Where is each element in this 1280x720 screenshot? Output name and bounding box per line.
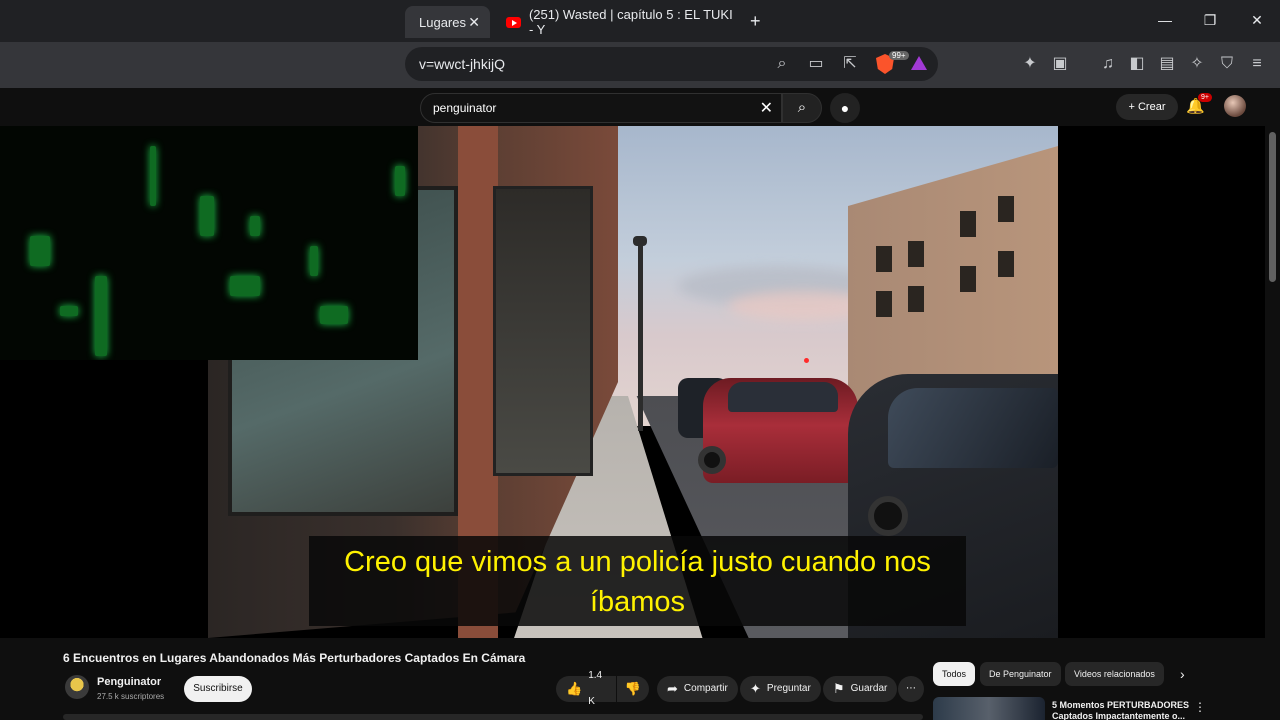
microphone-icon[interactable]: ●	[830, 93, 860, 123]
zoom-icon[interactable]: ⌕	[772, 54, 792, 74]
like-button[interactable]: 👍 1.4 K	[556, 670, 616, 707]
scrollbar-thumb[interactable]	[1269, 132, 1276, 282]
webcam-overlay	[0, 126, 418, 360]
overlay-glow	[95, 276, 107, 356]
account-avatar[interactable]	[1224, 95, 1246, 117]
tab-title: Lugares	[419, 14, 466, 30]
overlay-glow	[30, 236, 50, 266]
overlay-glow	[250, 216, 260, 236]
chevron-right-icon[interactable]: ›	[1180, 666, 1185, 682]
shop-door	[493, 186, 593, 476]
overlay-glow	[150, 146, 156, 206]
traffic-light	[804, 358, 809, 363]
more-actions-button[interactable]: ⋯	[898, 676, 924, 702]
overlay-glow	[230, 276, 260, 296]
page-scrollbar[interactable]	[1265, 126, 1280, 720]
building-window	[908, 286, 924, 312]
channel-name[interactable]: Penguinator	[97, 676, 161, 688]
share-icon[interactable]: ⇱	[840, 54, 860, 74]
building-window	[998, 196, 1014, 222]
search-input[interactable]: penguinator ✕	[420, 93, 782, 123]
youtube-masthead: penguinator ✕ ⌕ ● + Crear 🔔 9+	[0, 88, 1280, 126]
maximize-button[interactable]: ❐	[1200, 12, 1220, 29]
tab-search-icon[interactable]: ▣	[1050, 54, 1070, 74]
new-tab-button[interactable]: +	[750, 11, 761, 32]
car-wheel	[868, 496, 908, 536]
subscribe-button[interactable]: Suscribirse	[184, 676, 252, 702]
share-arrow-icon: ➦	[667, 681, 678, 696]
minimize-button[interactable]: —	[1155, 12, 1175, 28]
notification-count-badge: 9+	[1198, 93, 1212, 102]
chip-de-penguinator[interactable]: De Penguinator	[980, 662, 1061, 686]
subscriber-count: 27.5 k suscriptores	[97, 692, 165, 701]
tab-title: (251) Wasted | capítulo 5 : EL TUKI - Y	[528, 7, 733, 37]
related-video-thumbnail[interactable]	[933, 697, 1045, 720]
chip-videos-relacionados[interactable]: Videos relacionados	[1065, 662, 1164, 686]
chip-todos[interactable]: Todos	[933, 662, 976, 686]
related-video-menu-icon[interactable]: ⋮	[1194, 700, 1206, 714]
channel-avatar[interactable]	[65, 675, 89, 699]
like-count: 1.4 K	[588, 670, 603, 707]
building-window	[960, 266, 976, 292]
overlay-glow	[200, 196, 214, 236]
car-windshield	[728, 382, 838, 412]
subtitle-box: Creo que vimos a un policía justo cuando…	[309, 536, 966, 626]
overlay-glow	[395, 166, 405, 196]
thumbs-down-icon: 👎	[624, 681, 642, 696]
car-window	[888, 388, 1058, 468]
share-button[interactable]: ➦ Compartir	[657, 676, 738, 702]
create-button[interactable]: + Crear	[1116, 94, 1178, 120]
browser-tab-bar: Lugares ✕ (251) Wasted | capítulo 5 : EL…	[0, 0, 1280, 42]
url-text: v=wwct-jhkijQ	[419, 56, 505, 72]
cast-icon[interactable]: ▭	[806, 54, 826, 74]
wallet-icon[interactable]: ▤	[1157, 54, 1177, 74]
description-box[interactable]	[63, 714, 923, 720]
ask-button[interactable]: ✦ Preguntar	[740, 676, 821, 702]
youtube-favicon-icon	[506, 16, 521, 28]
bookmark-icon: ⚑	[833, 681, 845, 696]
save-button[interactable]: ⚑ Guardar	[823, 676, 898, 702]
overlay-glow	[320, 306, 348, 324]
thumbs-up-icon: 👍	[566, 681, 583, 696]
video-info: 6 Encuentros en Lugares Abandonados Más …	[0, 638, 1265, 720]
clear-search-icon[interactable]: ✕	[760, 98, 773, 118]
tab-lugares[interactable]: Lugares ✕	[405, 6, 490, 38]
building-window	[908, 241, 924, 267]
street-lamp-pole	[638, 241, 643, 431]
related-video-title[interactable]: 5 Momentos PERTURBADORES Captados Impact…	[1052, 700, 1192, 720]
overlay-glow	[60, 306, 78, 316]
share-label: Compartir	[683, 683, 728, 694]
tab-wasted[interactable]: (251) Wasted | capítulo 5 : EL TUKI - Y	[500, 6, 738, 38]
building-window	[876, 291, 892, 317]
save-label: Guardar	[850, 683, 888, 694]
brave-badge: 99+	[889, 51, 909, 60]
search-button[interactable]: ⌕	[782, 93, 822, 123]
dislike-button[interactable]: 👎	[617, 676, 649, 702]
building-window	[960, 211, 976, 237]
sidebar-icon[interactable]: ◧	[1127, 54, 1147, 74]
brave-rewards-icon[interactable]	[911, 56, 927, 70]
subtitle-text: Creo que vimos a un policía justo cuando…	[344, 546, 931, 618]
video-title: 6 Encuentros en Lugares Abandonados Más …	[63, 651, 526, 665]
building-window	[998, 251, 1014, 277]
vpn-shield-icon[interactable]: ⛉	[1217, 54, 1237, 74]
ask-label: Preguntar	[766, 683, 811, 694]
car-wheel	[698, 446, 726, 474]
menu-icon[interactable]: ≡	[1247, 54, 1267, 74]
video-player[interactable]: Creo que vimos a un policía justo cuando…	[0, 126, 1265, 638]
sparkle-icon: ✦	[750, 681, 761, 696]
building-window	[876, 246, 892, 272]
tab-close-icon[interactable]: ✕	[468, 14, 480, 31]
search-query: penguinator	[433, 101, 497, 115]
close-window-button[interactable]: ✕	[1247, 12, 1267, 29]
extensions-icon[interactable]: ✦	[1020, 54, 1040, 74]
browser-toolbar: v=wwct-jhkijQ ⌕ ▭ ⇱ 99+ ✦ ▣ ♫ ◧ ▤ ✧ ⛉ ≡	[0, 42, 1280, 88]
media-icon[interactable]: ♫	[1098, 54, 1118, 74]
leo-ai-icon[interactable]: ✧	[1187, 54, 1207, 74]
overlay-glow	[310, 246, 318, 276]
